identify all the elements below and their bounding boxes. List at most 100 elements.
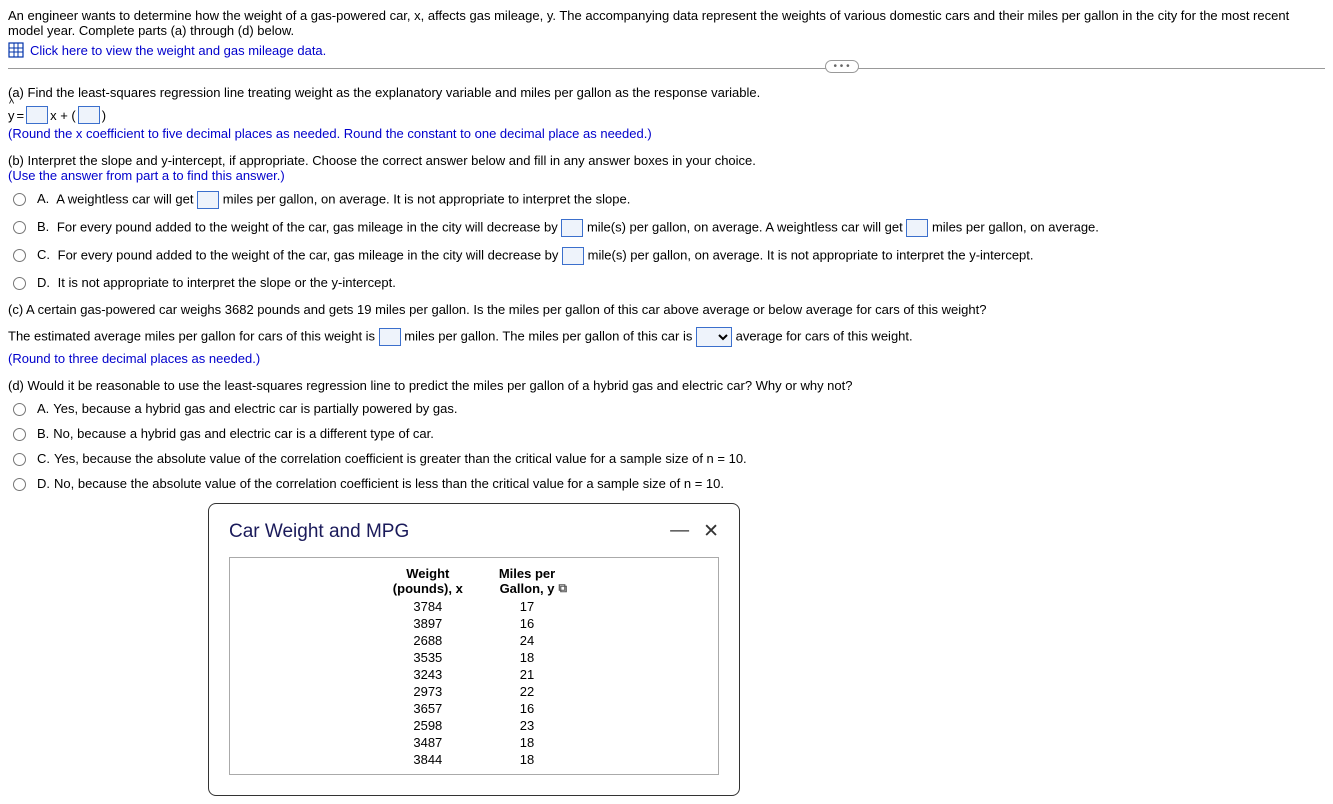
close-icon[interactable]: ✕ (703, 520, 719, 543)
input-c-estimate[interactable] (379, 328, 401, 346)
table-cell: 3487 (375, 734, 481, 751)
part-c-mid: miles per gallon. The miles per gallon o… (404, 328, 696, 343)
table-cell: 3657 (375, 700, 481, 717)
choice-b-d-text: It is not appropriate to interpret the s… (58, 275, 396, 290)
choice-b-a[interactable]: A. A weightless car will get miles per g… (8, 191, 1325, 209)
input-b-b-2[interactable] (906, 219, 928, 237)
radio-d-d[interactable] (13, 478, 26, 491)
choice-d-d[interactable]: D. No, because the absolute value of the … (8, 476, 1325, 491)
label-a: A. (37, 191, 49, 206)
choice-b-b-post: miles per gallon, on average. (932, 219, 1099, 234)
choice-b-c-pre: For every pound added to the weight of t… (58, 247, 562, 262)
y-hat: y (8, 108, 15, 123)
choice-b-c[interactable]: C. For every pound added to the weight o… (8, 247, 1325, 265)
table-cell: 18 (481, 734, 573, 751)
close-paren: ) (102, 108, 106, 123)
radio-d-c[interactable] (13, 453, 26, 466)
table-cell: 3897 (375, 615, 481, 632)
choice-d-d-text: No, because the absolute value of the co… (54, 476, 724, 491)
data-table: Weight(pounds), x Miles perGallon, y⧉ 37… (375, 564, 573, 768)
data-link-text[interactable]: Click here to view the weight and gas mi… (30, 43, 326, 58)
choice-d-a-text: Yes, because a hybrid gas and electric c… (53, 401, 457, 416)
slope-input[interactable] (26, 106, 48, 124)
choice-b-b-mid: mile(s) per gallon, on average. A weight… (587, 219, 906, 234)
choice-d-b-text: No, because a hybrid gas and electric ca… (53, 426, 434, 441)
col-weight-header: Weight(pounds), x (375, 564, 481, 598)
choice-b-b[interactable]: B. For every pound added to the weight o… (8, 219, 1325, 237)
data-link-row[interactable]: Click here to view the weight and gas mi… (8, 42, 1325, 58)
table-cell: 3784 (375, 598, 481, 615)
table-row: 268824 (375, 632, 573, 649)
intercept-input[interactable] (78, 106, 100, 124)
label-d-b: B. (37, 426, 49, 441)
label-d: D. (37, 275, 50, 290)
part-c-post: average for cars of this weight. (736, 328, 913, 343)
radio-b-d[interactable] (13, 277, 26, 290)
choice-d-c-text: Yes, because the absolute value of the c… (54, 451, 747, 466)
part-a-note: (Round the x coefficient to five decimal… (8, 126, 1325, 141)
label-b: B. (37, 219, 49, 234)
radio-b-a[interactable] (13, 193, 26, 206)
minimize-icon[interactable]: — (670, 520, 689, 543)
table-cell: 24 (481, 632, 573, 649)
table-cell: 18 (481, 751, 573, 768)
data-popup: Car Weight and MPG — ✕ Weight(pounds), x… (208, 503, 740, 796)
radio-b-c[interactable] (13, 249, 26, 262)
part-d: (d) Would it be reasonable to use the le… (8, 378, 1325, 491)
choice-b-b-pre: For every pound added to the weight of t… (57, 219, 561, 234)
table-cell: 18 (481, 649, 573, 666)
table-row: 259823 (375, 717, 573, 734)
table-row: 353518 (375, 649, 573, 666)
table-cell: 16 (481, 700, 573, 717)
choice-d-b[interactable]: B. No, because a hybrid gas and electric … (8, 426, 1325, 441)
part-b: (b) Interpret the slope and y-intercept,… (8, 153, 1325, 290)
choice-b-d[interactable]: D. It is not appropriate to interpret th… (8, 275, 1325, 290)
table-cell: 21 (481, 666, 573, 683)
choice-b-a-pre: A weightless car will get (56, 191, 197, 206)
overflow-pill[interactable]: • • • (825, 60, 859, 73)
problem-intro: An engineer wants to determine how the w… (8, 8, 1325, 38)
table-cell: 16 (481, 615, 573, 632)
select-c-above-below[interactable] (696, 327, 732, 347)
choice-d-a[interactable]: A. Yes, because a hybrid gas and electric… (8, 401, 1325, 416)
radio-b-b[interactable] (13, 221, 26, 234)
table-cell: 3243 (375, 666, 481, 683)
table-row: 348718 (375, 734, 573, 751)
table-row: 324321 (375, 666, 573, 683)
part-c-prompt: (c) A certain gas-powered car weighs 368… (8, 302, 1325, 317)
input-b-a[interactable] (197, 191, 219, 209)
input-b-b-1[interactable] (561, 219, 583, 237)
choice-b-a-post: miles per gallon, on average. It is not … (223, 191, 631, 206)
part-b-subnote: (Use the answer from part a to find this… (8, 168, 1325, 183)
table-row: 389716 (375, 615, 573, 632)
copy-icon[interactable]: ⧉ (558, 581, 567, 596)
radio-d-b[interactable] (13, 428, 26, 441)
col-mpg-header: Miles perGallon, y⧉ (481, 564, 573, 598)
regression-equation: y = x + ( ) (8, 106, 1325, 124)
label-d-a: A. (37, 401, 49, 416)
table-row: 384418 (375, 751, 573, 768)
data-table-wrap: Weight(pounds), x Miles perGallon, y⧉ 37… (229, 557, 719, 775)
equals-sign: = (17, 108, 25, 123)
part-d-prompt: (d) Would it be reasonable to use the le… (8, 378, 1325, 393)
table-cell: 3844 (375, 751, 481, 768)
label-d-c: C. (37, 451, 50, 466)
label-d-d: D. (37, 476, 50, 491)
table-cell: 2973 (375, 683, 481, 700)
part-c-pre: The estimated average miles per gallon f… (8, 328, 379, 343)
table-row: 297322 (375, 683, 573, 700)
part-c-note: (Round to three decimal places as needed… (8, 351, 1325, 366)
divider: • • • (8, 68, 1325, 69)
popup-title: Car Weight and MPG (229, 521, 409, 543)
table-row: 365716 (375, 700, 573, 717)
x-plus-open-paren: x + ( (50, 108, 76, 123)
part-a-prompt: (a) Find the least-squares regression li… (8, 85, 1325, 100)
label-c: C. (37, 247, 50, 262)
choice-d-c[interactable]: C. Yes, because the absolute value of the… (8, 451, 1325, 466)
part-c: (c) A certain gas-powered car weighs 368… (8, 302, 1325, 366)
table-icon (8, 42, 24, 58)
input-b-c[interactable] (562, 247, 584, 265)
table-row: 378417 (375, 598, 573, 615)
table-cell: 2688 (375, 632, 481, 649)
radio-d-a[interactable] (13, 403, 26, 416)
